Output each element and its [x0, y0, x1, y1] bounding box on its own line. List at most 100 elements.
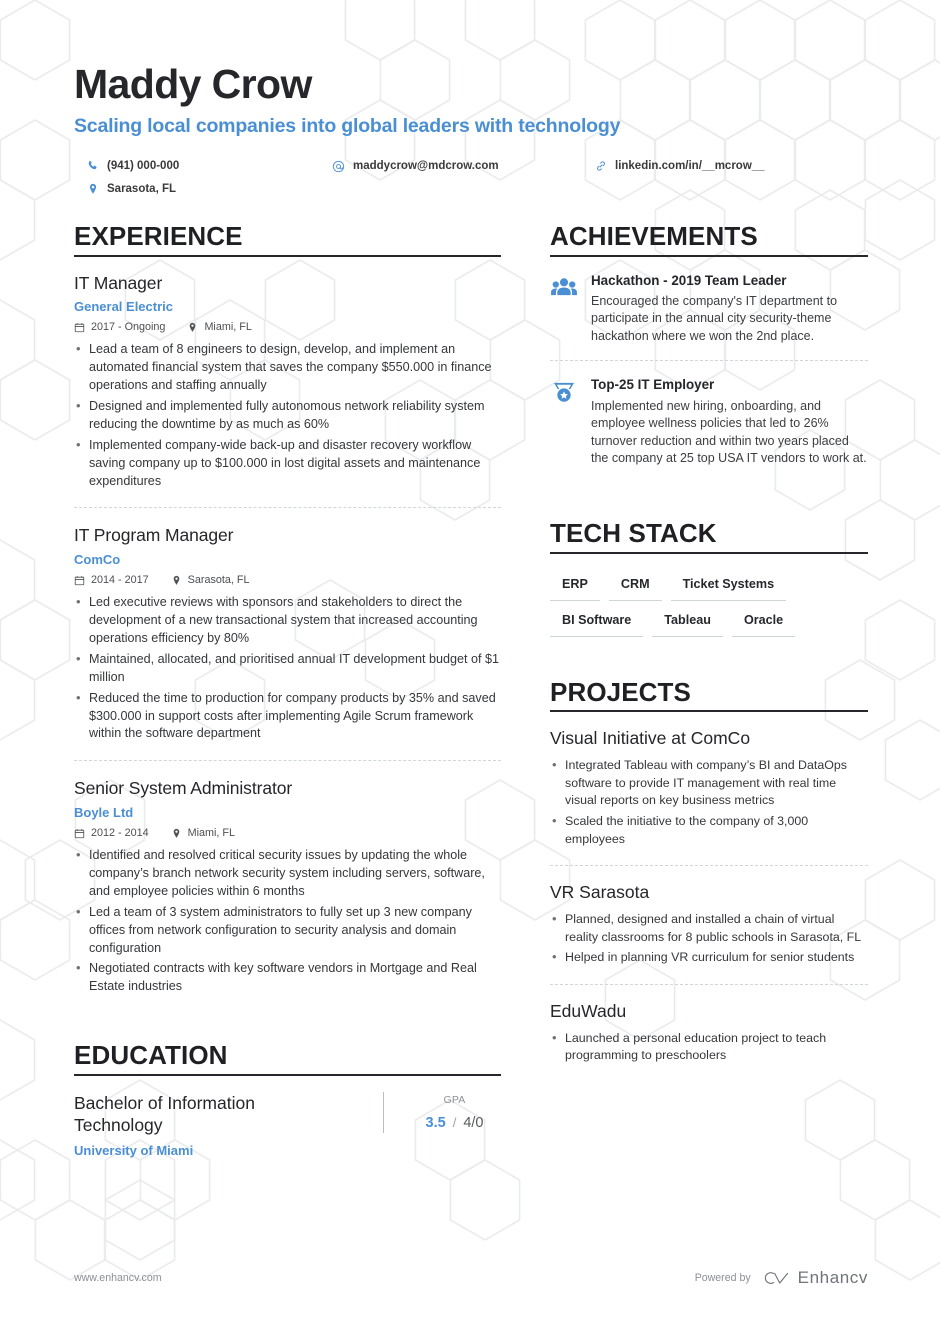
gpa-label: GPA	[443, 1093, 466, 1106]
project-item: Visual Initiative at ComCo Integrated Ta…	[550, 728, 868, 865]
experience-meta: 2014 - 2017 Sarasota, FL	[74, 574, 501, 586]
experience-company: General Electric	[74, 299, 173, 315]
experience-bullets: Led executive reviews with sponsors and …	[74, 593, 501, 744]
bullet-item: Lead a team of 8 engineers to design, de…	[74, 340, 501, 395]
resume-footer: www.enhancv.com Powered by Enhancv	[74, 1268, 868, 1288]
contact-linkedin-text: linkedin.com/in/__mcrow__	[615, 160, 765, 173]
section-title-achievements: ACHIEVEMENTS	[550, 220, 758, 251]
gpa-box: GPA 3.5 / 4/0	[383, 1091, 501, 1133]
calendar-icon	[74, 322, 85, 333]
achievement-title: Top-25 IT Employer	[591, 377, 715, 393]
bullet-item: Maintained, allocated, and prioritised a…	[74, 650, 501, 687]
map-pin-icon	[171, 828, 182, 839]
calendar-icon	[74, 575, 85, 586]
bullet-item: Reduced the time to production for compa…	[74, 689, 501, 744]
achievement-description: Encouraged the company's IT department t…	[591, 293, 838, 343]
experience-bullets: Identified and resolved critical securit…	[74, 846, 501, 996]
bullet-item: Negotiated contracts with key software v…	[74, 959, 501, 996]
experience-role: Senior System Administrator	[74, 778, 293, 799]
section-tech-stack: TECH STACK ERP CRM Ticket Systems BI Sof…	[550, 519, 868, 642]
project-title: VR Sarasota	[550, 882, 650, 903]
bullet-item: Identified and resolved critical securit…	[74, 846, 501, 901]
experience-meta: 2012 - 2014 Miami, FL	[74, 827, 501, 839]
gpa-score: 3.5	[425, 1114, 446, 1131]
phone-icon	[86, 160, 99, 173]
tech-chip: CRM	[608, 570, 662, 601]
contact-phone-text: (941) 000-000	[107, 160, 180, 173]
powered-by-label: Powered by	[694, 1272, 751, 1284]
candidate-tagline: Scaling local companies into global lead…	[74, 114, 621, 137]
experience-dates-text: 2017 - Ongoing	[91, 321, 166, 334]
candidate-name: Maddy Crow	[74, 61, 312, 107]
bullet-item: Implemented company-wide back-up and dis…	[74, 436, 501, 491]
contact-location: Sarasota, FL	[86, 183, 176, 196]
bullet-item: Scaled the initiative to the company of …	[550, 812, 868, 848]
bullet-item: Led executive reviews with sponsors and …	[74, 593, 501, 648]
map-pin-icon	[86, 183, 99, 196]
map-pin-icon	[187, 322, 198, 333]
resume-page: Maddy Crow Scaling local companies into …	[0, 0, 940, 1330]
contact-linkedin[interactable]: linkedin.com/in/__mcrow__	[594, 160, 765, 173]
section-title-experience: EXPERIENCE	[74, 220, 243, 251]
education-entry: Bachelor of Information Technology Unive…	[74, 1091, 501, 1158]
bullet-item: Launched a personal education project to…	[550, 1029, 868, 1065]
link-icon	[594, 160, 607, 173]
bullet-item: Integrated Tableau with company’s BI and…	[550, 756, 868, 810]
section-education: EDUCATION Bachelor of Information Techno…	[74, 1041, 501, 1158]
enhancv-logo-icon	[762, 1269, 790, 1287]
tech-chip: Ticket Systems	[670, 570, 787, 601]
contact-location-text: Sarasota, FL	[107, 183, 177, 196]
achievement-item: Top-25 IT Employer Implemented new hirin…	[550, 360, 868, 483]
calendar-icon	[74, 828, 85, 839]
achievement-item: Hackathon - 2019 Team Leader Encouraged …	[550, 273, 868, 361]
gpa-separator: /	[452, 1114, 457, 1130]
contact-details: (941) 000-000 maddycrow@mdcrow.com linke…	[74, 160, 868, 206]
at-sign-icon	[332, 160, 345, 173]
project-title: Visual Initiative at ComCo	[550, 728, 751, 749]
contact-phone[interactable]: (941) 000-000	[86, 160, 179, 173]
experience-location-text: Miami, FL	[187, 827, 236, 840]
achievement-description: Implemented new hiring, onboarding, and …	[591, 398, 867, 466]
section-divider	[550, 254, 868, 257]
experience-company: Boyle Ltd	[74, 805, 134, 821]
bullet-item: Helped in planning VR curriculum for sen…	[550, 948, 868, 967]
experience-location-text: Miami, FL	[204, 321, 252, 334]
project-title: EduWadu	[550, 1000, 627, 1021]
bullet-item: Planned, designed and installed a chain …	[550, 910, 868, 946]
experience-dates: 2012 - 2014	[74, 827, 149, 839]
achievement-title: Hackathon - 2019 Team Leader	[591, 272, 787, 288]
project-bullets: Integrated Tableau with company’s BI and…	[550, 756, 868, 848]
section-title-projects: PROJECTS	[550, 676, 691, 707]
tech-chip: Tableau	[652, 606, 723, 637]
tech-stack-list: ERP CRM Ticket Systems BI Software Table…	[550, 570, 868, 642]
section-title-tech-stack: TECH STACK	[550, 518, 717, 549]
section-divider	[550, 710, 868, 713]
experience-entry: IT Manager General Electric 2017 - Ongoi…	[74, 273, 501, 508]
gpa-max: 4/0	[463, 1114, 484, 1131]
right-column: ACHIEVEMENTS Hackathon - 2019 Team Leade…	[529, 222, 868, 1160]
section-divider	[550, 551, 868, 554]
contact-email-text: maddycrow@mdcrow.com	[353, 160, 499, 173]
experience-entry: IT Program Manager ComCo 2014 - 2017 Sar…	[74, 507, 501, 760]
education-degree: Bachelor of Information Technology	[74, 1092, 255, 1136]
project-bullets: Planned, designed and installed a chain …	[550, 910, 868, 967]
tech-chip: Oracle	[731, 606, 796, 637]
medal-award-icon	[550, 378, 578, 406]
tech-chip: ERP	[550, 570, 600, 601]
project-item: EduWadu Launched a personal education pr…	[550, 983, 868, 1082]
experience-dates: 2017 - Ongoing	[74, 321, 165, 333]
experience-role: IT Manager	[74, 272, 163, 293]
experience-dates-text: 2014 - 2017	[91, 574, 149, 587]
experience-role: IT Program Manager	[74, 525, 234, 546]
experience-meta: 2017 - Ongoing Miami, FL	[74, 321, 501, 333]
footer-url[interactable]: www.enhancv.com	[74, 1272, 162, 1284]
section-divider	[74, 254, 501, 257]
experience-location: Miami, FL	[187, 321, 252, 334]
experience-company: ComCo	[74, 552, 121, 568]
enhancv-brand: Enhancv	[762, 1268, 868, 1288]
contact-email[interactable]: maddycrow@mdcrow.com	[332, 160, 499, 173]
bullet-item: Led a team of 3 system administrators to…	[74, 903, 501, 958]
experience-dates: 2014 - 2017	[74, 574, 149, 586]
section-experience: EXPERIENCE IT Manager General Electric 2…	[74, 222, 501, 1013]
people-group-icon	[550, 274, 578, 302]
